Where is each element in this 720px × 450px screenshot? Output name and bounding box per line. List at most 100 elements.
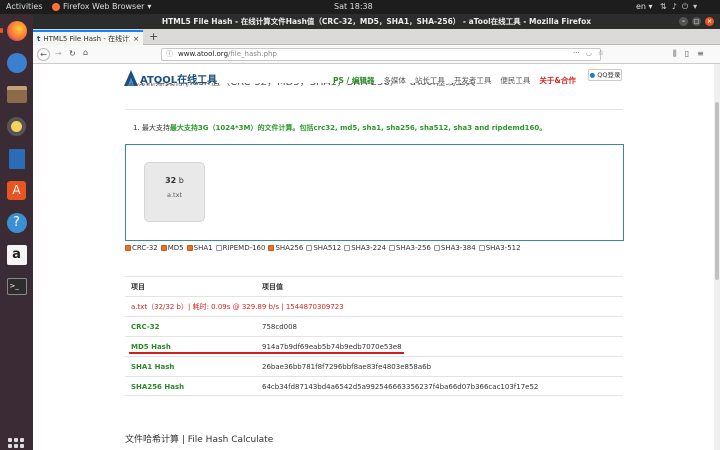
bookmark-star-icon[interactable]: ☆ — [598, 49, 604, 57]
nav-about[interactable]: 关于&合作 — [539, 75, 576, 86]
checkbox-unchecked-icon[interactable] — [215, 245, 222, 251]
file-size-number: 32 — [165, 176, 177, 185]
menu-icon[interactable]: ≡ — [697, 49, 704, 59]
checkbox-unchecked-icon[interactable] — [344, 245, 351, 251]
folder-icon — [6, 86, 27, 103]
amazon-launcher[interactable]: a — [4, 242, 29, 267]
file-drop-zone[interactable]: 32 b a.txt — [125, 144, 624, 241]
table-row: SHA256 Hash 64cb34fd87143bd4a6542d5a9925… — [125, 376, 623, 396]
checkbox-label: SHA512 — [313, 244, 342, 252]
library-icon[interactable]: ⫼ — [673, 49, 677, 59]
nav-convenience-tools[interactable]: 便民工具 — [500, 75, 530, 86]
system-tray[interactable]: ⇅ ♪ ⏻ ▾ — [660, 2, 697, 12]
shopping-bag-icon: A — [7, 181, 26, 200]
checkbox-sha3-512[interactable]: SHA3-512 — [478, 244, 521, 252]
back-button[interactable]: ← — [37, 48, 50, 61]
page-actions-icon[interactable]: ··· — [573, 49, 580, 57]
forward-button[interactable]: → — [55, 49, 62, 58]
hash-value[interactable]: 914a7b9df69eab5b74b9edb7070e53e8 — [262, 337, 402, 357]
checkbox-checked-icon[interactable] — [125, 245, 131, 251]
amazon-icon: a — [6, 244, 27, 265]
help-launcher[interactable]: ? — [4, 210, 29, 235]
hash-value[interactable]: 26bae36bb781f8f7296bbf8ae83fe4803e858a6b — [262, 357, 431, 377]
table-row: SHA1 Hash 26bae36bb781f8f7296bbf8ae83fe4… — [125, 356, 623, 376]
software-launcher[interactable]: A — [4, 178, 29, 203]
hash-value[interactable]: 64cb34fd87143bd4a6542d5a992546663356237f… — [262, 377, 538, 397]
sidebar-icon[interactable]: ▯ — [685, 49, 689, 59]
tab-file-hash[interactable]: t HTML5 File Hash - 在线计算 × — [33, 30, 143, 45]
table-row: MD5 Hash 914a7b9df69eab5b74b9edb7070e53e… — [125, 336, 623, 356]
files-launcher[interactable] — [4, 82, 29, 107]
checkbox-md5[interactable]: MD5 — [160, 244, 184, 252]
chevron-down-icon: ▾ — [147, 2, 152, 11]
pocket-icon[interactable]: ◡ — [586, 49, 592, 57]
file-size-unit: b — [176, 176, 184, 185]
checkbox-label: SHA3-224 — [351, 244, 387, 252]
thunderbird-launcher[interactable] — [4, 50, 29, 75]
scrollbar-thumb[interactable] — [715, 102, 719, 280]
url-bar[interactable]: ⓘ www.atool.org/file_hash.php — [161, 48, 601, 61]
navigation-bar: ← → ↻ ⌂ ⓘ www.atool.org/file_hash.php ··… — [33, 45, 720, 64]
file-meta-row: a.txt（32/32 b）| 耗时: 0.09s @ 329.89 b/s |… — [125, 296, 623, 316]
terminal-launcher[interactable]: >_ — [4, 274, 29, 299]
usage-note: 1. 最大支持最大支持3G（1024*3M）的文件计算。包括crc32, md5… — [133, 123, 546, 133]
language-indicator[interactable]: en ▾ — [636, 2, 653, 11]
terminal-icon: >_ — [6, 278, 27, 295]
hash-value[interactable]: 758cd008 — [262, 317, 297, 337]
checkbox-sha3-256[interactable]: SHA3-256 — [389, 244, 431, 252]
checkbox-ripemd-160[interactable]: RIPEMD-160 — [215, 244, 266, 252]
checkbox-checked-icon[interactable] — [160, 245, 167, 251]
close-icon[interactable]: × — [705, 17, 714, 26]
checkbox-label: SHA3-256 — [396, 244, 431, 252]
file-tile[interactable]: 32 b a.txt — [144, 162, 205, 222]
clock[interactable]: Sat 18:38 — [334, 2, 373, 11]
checkbox-sha3-224[interactable]: SHA3-224 — [344, 244, 386, 252]
table-header-row: 项目 项目值 — [125, 276, 623, 296]
tab-bar: t HTML5 File Hash - 在线计算 × + — [33, 29, 720, 45]
show-applications-icon[interactable] — [8, 438, 24, 450]
checkbox-label: SHA1 — [193, 244, 213, 252]
checkbox-label: SHA3-384 — [440, 244, 476, 252]
checkbox-crc-32[interactable]: CRC-32 — [125, 244, 158, 252]
checkbox-checked-icon[interactable] — [186, 245, 193, 251]
page-scrollbar[interactable] — [714, 64, 720, 450]
page-title: 在线计算文件Hash值（CRC-32，MD5，SHA1，SHA-256） - a… — [125, 83, 475, 90]
reload-button[interactable]: ↻ — [69, 49, 76, 58]
close-tab-icon[interactable]: × — [133, 35, 139, 43]
checkbox-label: RIPEMD-160 — [222, 244, 266, 252]
mail-icon — [6, 52, 27, 73]
checkbox-sha1[interactable]: SHA1 — [186, 244, 213, 252]
divider — [125, 109, 623, 110]
checkbox-sha256[interactable]: SHA256 — [268, 244, 303, 252]
checkbox-sha512[interactable]: SHA512 — [306, 244, 341, 252]
checkbox-label: MD5 — [167, 244, 184, 252]
note-prefix: 1. 最大支持 — [133, 124, 170, 132]
qq-login-button[interactable]: ● QQ登录 — [588, 69, 622, 81]
checkbox-unchecked-icon[interactable] — [389, 245, 396, 251]
checkbox-sha3-384[interactable]: SHA3-384 — [433, 244, 476, 252]
app-menu[interactable]: Firefox Web Browser ▾ — [52, 2, 151, 11]
checkbox-unchecked-icon[interactable] — [306, 245, 313, 251]
header-item: 项目 — [131, 283, 145, 291]
power-icon: ⏻ — [681, 2, 689, 11]
activities-button[interactable]: Activities — [6, 2, 43, 11]
site-info-icon[interactable]: ⓘ — [166, 49, 173, 60]
checkbox-unchecked-icon[interactable] — [478, 245, 485, 251]
page-content: ATOOL在线工具 www.atool.org PS / 编辑器 多媒体 站长工… — [33, 64, 714, 450]
rhythmbox-launcher[interactable] — [4, 114, 29, 139]
checkbox-checked-icon[interactable] — [268, 245, 275, 251]
algo-name: SHA1 Hash — [131, 363, 175, 371]
algo-name: MD5 Hash — [131, 343, 171, 351]
checkbox-unchecked-icon[interactable] — [433, 245, 440, 251]
hash-results-table: 项目 项目值 a.txt（32/32 b）| 耗时: 0.09s @ 329.8… — [125, 276, 623, 396]
qq-login-label: QQ登录 — [597, 71, 621, 79]
system-top-bar: Activities Firefox Web Browser ▾ Sat 18:… — [0, 0, 720, 14]
minimize-icon[interactable]: – — [679, 17, 688, 26]
home-button[interactable]: ⌂ — [83, 48, 88, 57]
firefox-launcher[interactable] — [0, 18, 29, 43]
writer-launcher[interactable] — [4, 146, 29, 171]
qq-icon: ● — [589, 71, 596, 79]
new-tab-button[interactable]: + — [149, 30, 158, 43]
header-value: 项目值 — [262, 283, 283, 291]
maximize-icon[interactable]: □ — [692, 17, 701, 26]
